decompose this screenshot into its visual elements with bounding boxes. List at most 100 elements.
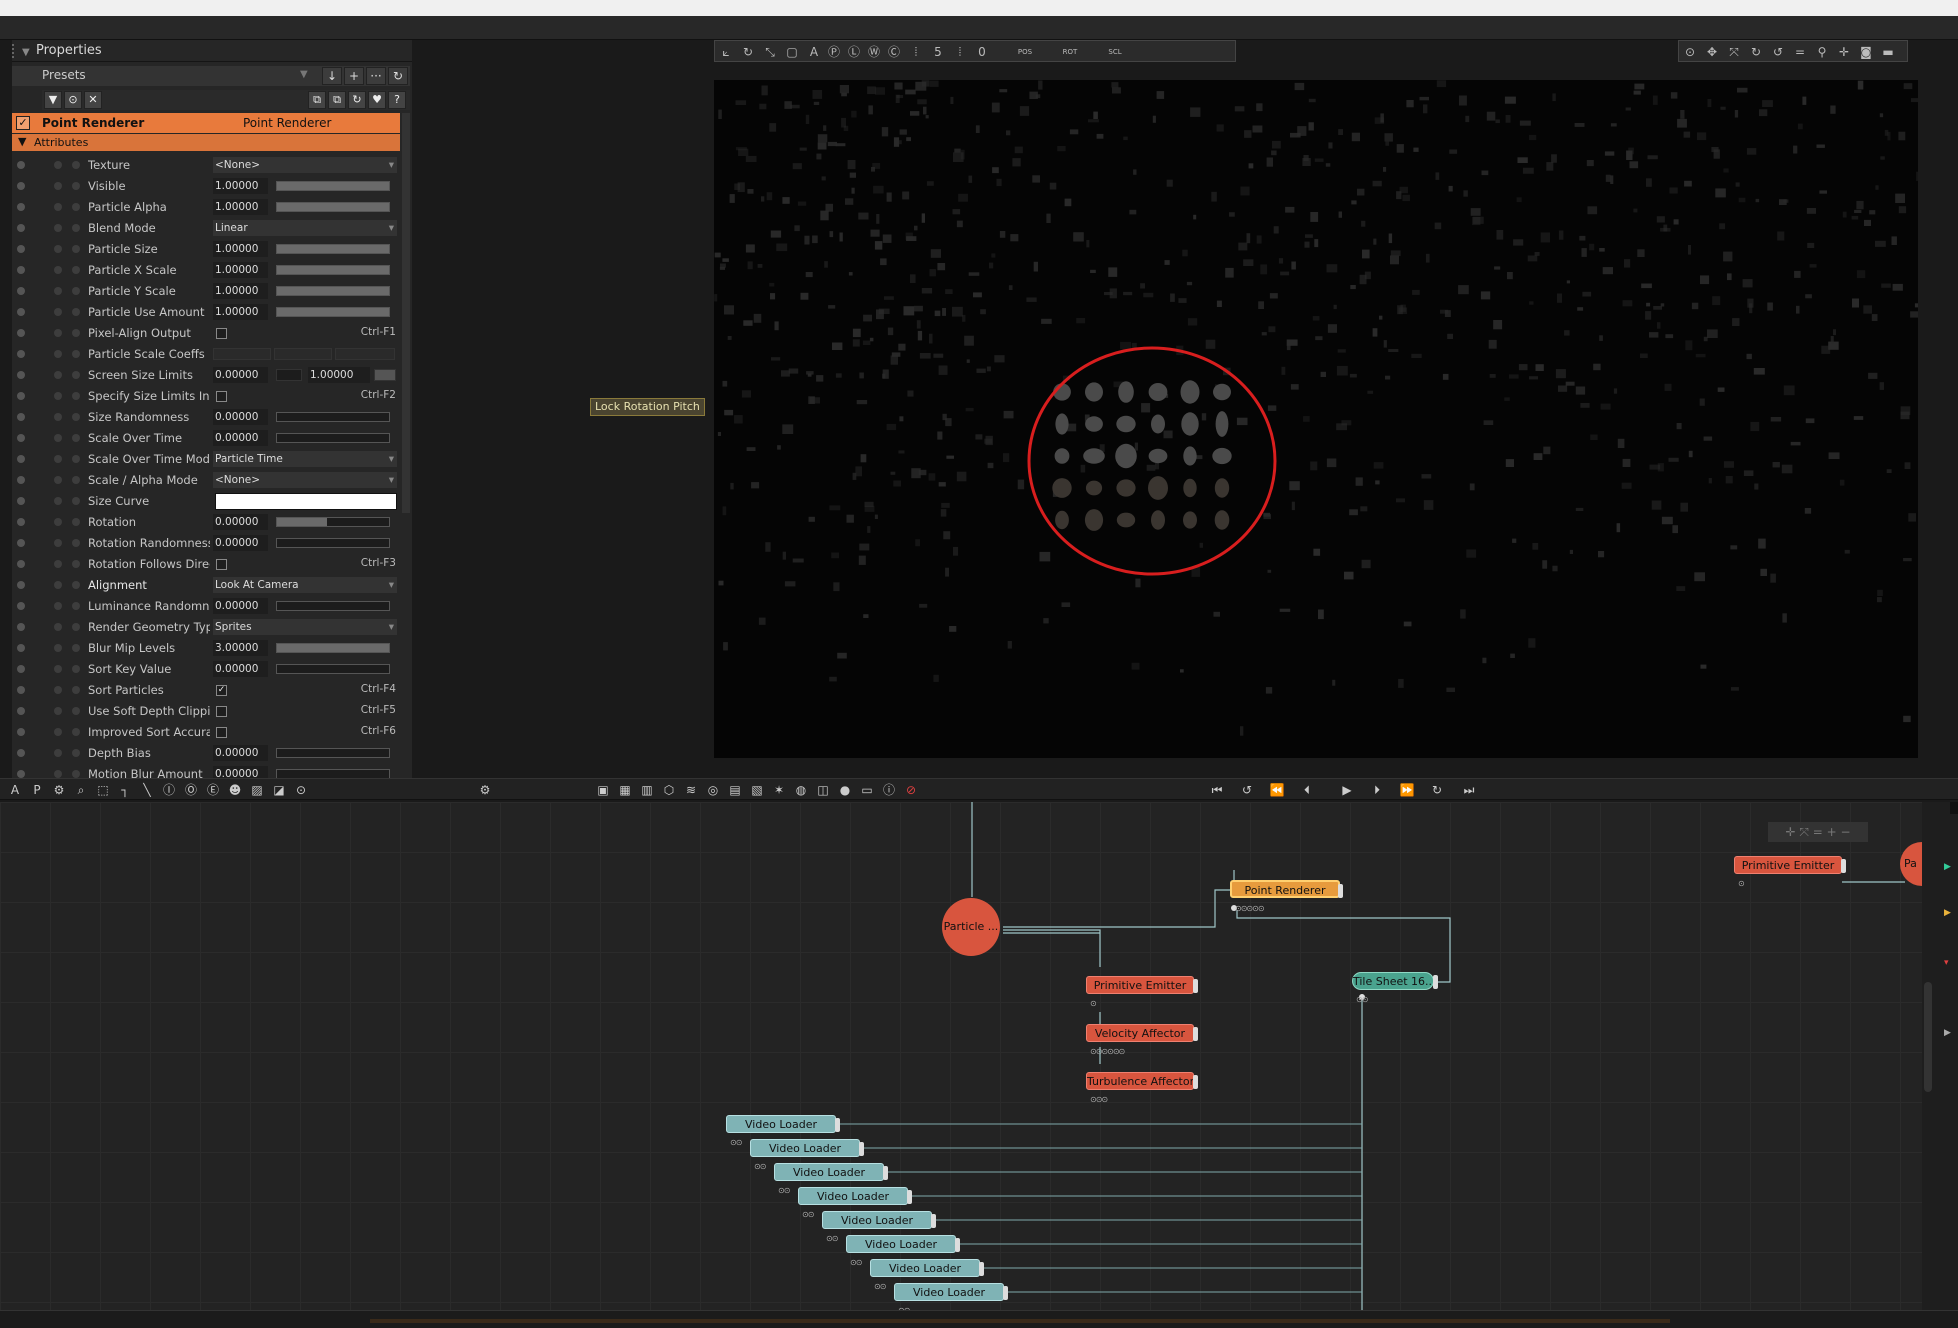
keyframe-dot-icon[interactable] xyxy=(72,266,80,274)
tab-p[interactable]: P xyxy=(28,781,46,799)
attribute-checkbox[interactable] xyxy=(216,391,227,402)
node-header[interactable]: ✓ Point Renderer Point Renderer xyxy=(12,113,400,133)
preset-add-button[interactable]: + xyxy=(344,67,364,85)
sphere-icon[interactable]: ● xyxy=(836,781,854,799)
favorite-icon[interactable]: ♥ xyxy=(368,91,386,109)
animate-dot-icon[interactable] xyxy=(17,602,25,610)
step-back-icon[interactable]: ⏴ xyxy=(1298,781,1316,799)
attribute-value-field[interactable]: 1.00000 xyxy=(213,178,268,194)
collapse-arrow-icon[interactable]: ▼ xyxy=(22,42,30,64)
keyframe-dot-icon[interactable] xyxy=(72,434,80,442)
frame-icon[interactable]: ▢ xyxy=(783,43,801,61)
link-dot-icon[interactable] xyxy=(54,329,62,337)
gear-icon[interactable]: ⚙ xyxy=(50,781,68,799)
animate-dot-icon[interactable] xyxy=(17,623,25,631)
w-icon[interactable]: Ⓦ xyxy=(865,43,883,61)
keyframe-dot-icon[interactable] xyxy=(72,413,80,421)
animate-dot-icon[interactable] xyxy=(17,413,25,421)
link-dot-icon[interactable] xyxy=(54,602,62,610)
settings-icon[interactable]: ⚙ xyxy=(476,781,494,799)
timeline-track[interactable] xyxy=(370,1319,1670,1323)
animate-dot-icon[interactable] xyxy=(17,749,25,757)
undo-view-icon[interactable]: ↺ xyxy=(1769,43,1787,61)
cube-icon[interactable]: ⬡ xyxy=(660,781,678,799)
out-icon[interactable]: Ⓞ xyxy=(182,781,200,799)
grid-icon[interactable]: ▦ xyxy=(616,781,634,799)
attribute-slider[interactable] xyxy=(276,517,390,527)
animate-dot-icon[interactable] xyxy=(17,518,25,526)
link-dot-icon[interactable] xyxy=(54,560,62,568)
link-dot-icon[interactable] xyxy=(54,266,62,274)
drag-grip-icon[interactable] xyxy=(12,44,16,58)
first-frame-icon[interactable]: ⏮ xyxy=(1208,781,1226,799)
video-loader-node[interactable]: Video Loader⊙⊙ xyxy=(846,1235,960,1267)
attribute-slider[interactable] xyxy=(276,412,390,422)
ring-icon[interactable]: ◎ xyxy=(704,781,722,799)
keyframe-dot-icon[interactable] xyxy=(72,329,80,337)
lasso-icon[interactable]: ⌕ xyxy=(72,781,90,799)
link-dot-icon[interactable] xyxy=(54,728,62,736)
star-icon[interactable]: ✶ xyxy=(770,781,788,799)
link-dot-icon[interactable] xyxy=(54,413,62,421)
attribute-slider[interactable] xyxy=(276,433,390,443)
link-dot-icon[interactable] xyxy=(54,581,62,589)
attribute-dropdown[interactable]: <None> xyxy=(213,157,397,173)
link-dot-icon[interactable] xyxy=(54,644,62,652)
attribute-value-field[interactable]: 0.00000 xyxy=(213,430,268,446)
keyframe-dot-icon[interactable] xyxy=(72,602,80,610)
filter-icon[interactable]: ▼ xyxy=(44,91,62,109)
attribute-slider[interactable] xyxy=(276,181,390,191)
attribute-slider[interactable] xyxy=(276,286,390,296)
animate-dot-icon[interactable] xyxy=(17,770,25,778)
coeff-field[interactable] xyxy=(213,348,271,360)
attribute-value-field[interactable]: 0.00000 xyxy=(213,661,268,677)
animate-dot-icon[interactable] xyxy=(17,245,25,253)
animate-dot-icon[interactable] xyxy=(17,476,25,484)
video-loader-node[interactable]: Video Loader⊙⊙ xyxy=(822,1211,936,1243)
video-loader-node[interactable]: Video Loader⊙⊙ xyxy=(726,1115,840,1147)
zoom-icon[interactable]: ⚲ xyxy=(1813,43,1831,61)
link-dot-icon[interactable] xyxy=(54,749,62,757)
attribute-value-field[interactable]: 1.00000 xyxy=(213,304,268,320)
keyframe-dot-icon[interactable] xyxy=(72,539,80,547)
last-frame-icon[interactable]: ⏭ xyxy=(1460,781,1478,799)
attribute-slider[interactable] xyxy=(276,664,390,674)
select-icon[interactable]: ⬚ xyxy=(94,781,112,799)
keyframe-dot-icon[interactable] xyxy=(72,518,80,526)
attribute-slider[interactable] xyxy=(276,244,390,254)
animate-dot-icon[interactable] xyxy=(17,728,25,736)
range-max-field[interactable]: 1.00000 xyxy=(308,367,370,383)
attribute-dropdown[interactable]: <None> xyxy=(213,472,397,488)
properties-scrollbar[interactable] xyxy=(402,113,410,513)
attribute-value-field[interactable]: 1.00000 xyxy=(213,199,268,215)
animate-dot-icon[interactable] xyxy=(17,392,25,400)
animate-dot-icon[interactable] xyxy=(17,182,25,190)
keyframe-dot-icon[interactable] xyxy=(72,728,80,736)
presets-dropdown-icon[interactable]: ▼ xyxy=(300,69,308,80)
video-loader-node[interactable]: Video Loader⊙⊙ xyxy=(750,1139,864,1171)
frame-b-value[interactable]: 0 xyxy=(973,43,991,61)
attribute-slider[interactable] xyxy=(276,265,390,275)
graph-zoom-tools[interactable]: ✛ ⤧ = + − xyxy=(1768,822,1868,842)
turbulence-affector-node[interactable]: Turbulence Affector ⊙⊙⊙ xyxy=(1086,1072,1198,1104)
attribute-value-field[interactable]: 0.00000 xyxy=(213,745,268,761)
step-forward-icon[interactable]: ⏵ xyxy=(1368,781,1386,799)
link-dot-icon[interactable] xyxy=(54,350,62,358)
keyframe-dot-icon[interactable] xyxy=(72,287,80,295)
preset-import-button[interactable]: ↓ xyxy=(322,67,342,85)
move-icon[interactable]: ✥ xyxy=(1703,43,1721,61)
link-dot-icon[interactable] xyxy=(54,203,62,211)
render-viewport[interactable] xyxy=(714,80,1918,758)
animate-dot-icon[interactable] xyxy=(17,665,25,673)
attribute-value-field[interactable]: 0.00000 xyxy=(213,535,268,551)
keyframe-dot-icon[interactable] xyxy=(72,623,80,631)
keyframe-dot-icon[interactable] xyxy=(72,770,80,778)
link-dot-icon[interactable] xyxy=(54,161,62,169)
attribute-slider[interactable] xyxy=(276,202,390,212)
attribute-slider[interactable] xyxy=(276,601,390,611)
minimize-icon[interactable]: ▬ xyxy=(1879,43,1897,61)
link-dot-icon[interactable] xyxy=(54,434,62,442)
attribute-dropdown[interactable]: Look At Camera xyxy=(213,577,397,593)
primitive-emitter-node[interactable]: Primitive Emitter ⊙ xyxy=(1086,976,1198,1008)
attribute-value-field[interactable]: 3.00000 xyxy=(213,640,268,656)
